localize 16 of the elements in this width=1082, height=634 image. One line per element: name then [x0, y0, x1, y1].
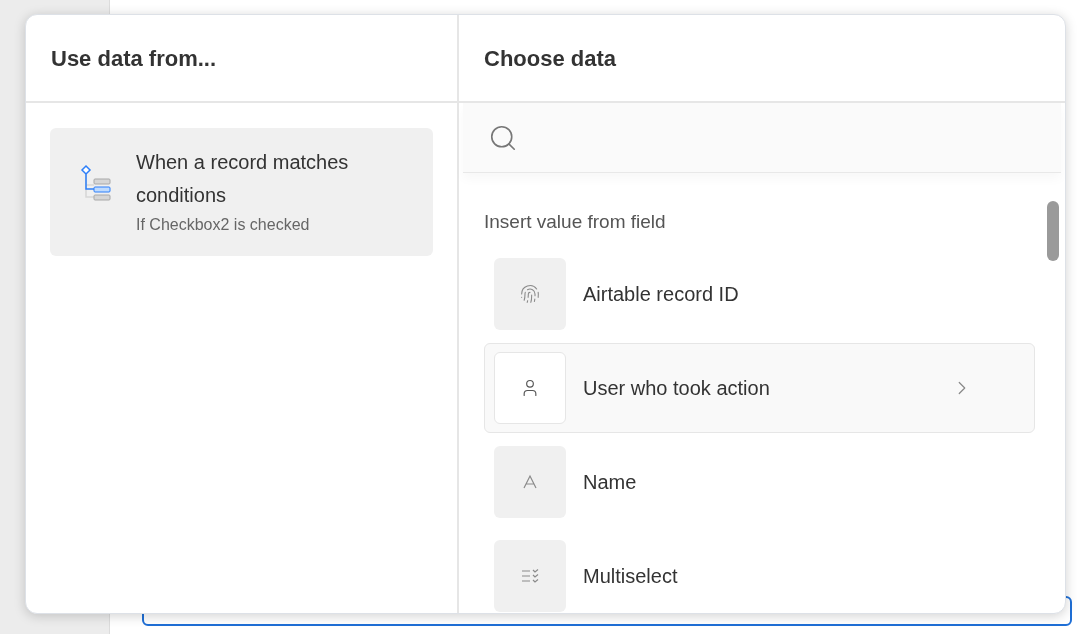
- panel-title: Choose data: [484, 44, 617, 73]
- field-label: Multiselect: [583, 564, 679, 589]
- trigger-title: When a record matches conditions: [136, 150, 350, 208]
- trigger-item[interactable]: When a record matches conditions If Checkbox2 is checked: [50, 128, 433, 256]
- checklist-icon: [521, 569, 539, 583]
- panel-title: Use data from...: [51, 44, 217, 73]
- section-label: Insert value from field: [484, 210, 666, 234]
- field-option[interactable]: User who took action: [484, 343, 1035, 433]
- field-label: Airtable record ID: [583, 282, 740, 307]
- fingerprint-icon: [520, 284, 540, 304]
- trigger-subtitle: If Checkbox2 is checked: [136, 215, 311, 235]
- letter-a-icon: [522, 474, 538, 490]
- scrollbar-thumb[interactable]: [1047, 201, 1059, 261]
- field-label: Name: [583, 470, 638, 495]
- field-label: User who took action: [583, 376, 771, 401]
- condition-tree-icon: [80, 164, 114, 202]
